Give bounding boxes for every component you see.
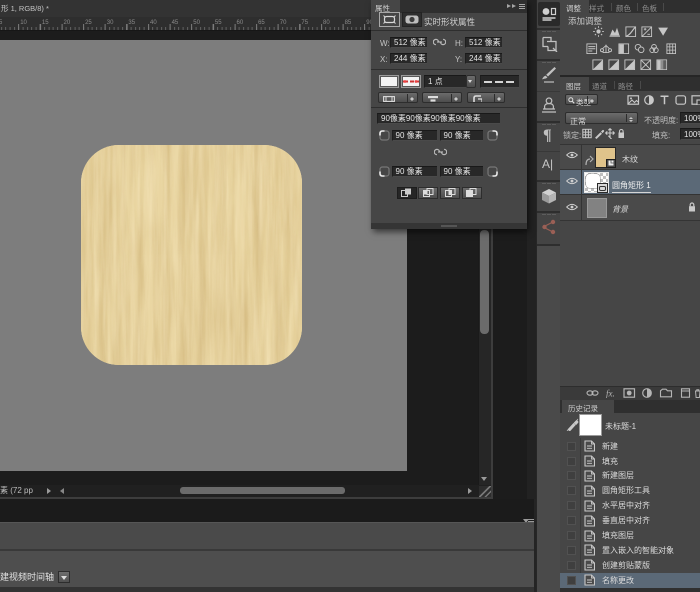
svg-text:fx.: fx. (606, 389, 615, 399)
